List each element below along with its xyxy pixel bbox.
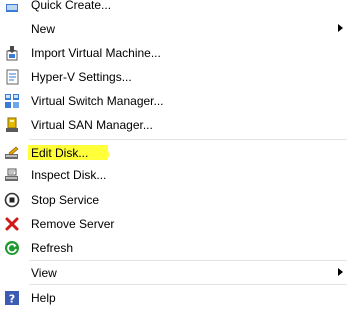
menu-item-label: Hyper-V Settings... (31, 70, 132, 84)
import-vm-icon (4, 45, 20, 61)
submenu-arrow-icon (338, 268, 343, 276)
refresh-icon (4, 240, 20, 256)
stop-service-icon (4, 192, 20, 208)
submenu-arrow-icon (338, 24, 343, 32)
menu-item-new[interactable]: New (0, 18, 353, 40)
menu-item-virtual-san-manager[interactable]: Virtual SAN Manager... (0, 114, 353, 136)
menu-item-label: Remove Server (31, 217, 115, 231)
menu-separator (29, 260, 347, 261)
menu-item-label: New (31, 22, 56, 36)
menu-separator (29, 139, 347, 140)
menu-item-virtual-switch-manager[interactable]: Virtual Switch Manager... (0, 90, 353, 112)
menu-item-label: Refresh (31, 241, 74, 255)
inspect-disk-icon (4, 167, 20, 183)
help-icon: ? (4, 290, 20, 306)
menu-item-import-virtual-machine[interactable]: Import Virtual Machine... (0, 42, 353, 64)
virtual-san-manager-icon (4, 117, 20, 133)
menu-item-label: View (31, 266, 57, 280)
menu-item-refresh[interactable]: Refresh (0, 237, 353, 259)
menu-item-label: Virtual Switch Manager... (31, 94, 164, 108)
menu-item-help[interactable]: ? Help (0, 287, 353, 309)
menu-item-inspect-disk[interactable]: Inspect Disk... (0, 164, 353, 186)
context-menu: Quick Create... New Import Virtual Machi… (0, 0, 353, 312)
menu-item-label: Help (31, 291, 56, 305)
menu-item-edit-disk[interactable]: Edit Disk... (0, 142, 353, 164)
menu-item-label: Stop Service (31, 193, 100, 207)
remove-server-icon (4, 216, 20, 232)
hyperv-settings-icon (4, 69, 20, 85)
svg-text:?: ? (9, 293, 15, 306)
menu-item-label: Edit Disk... (31, 146, 89, 160)
quick-create-icon (4, 0, 20, 13)
menu-item-quick-create[interactable]: Quick Create... (0, 0, 353, 16)
menu-separator (29, 284, 347, 285)
menu-item-label: Quick Create... (31, 0, 112, 12)
menu-item-stop-service[interactable]: Stop Service (0, 189, 353, 211)
menu-item-label: Inspect Disk... (31, 168, 107, 182)
menu-item-hyperv-settings[interactable]: Hyper-V Settings... (0, 66, 353, 88)
menu-item-label: Virtual SAN Manager... (31, 118, 153, 132)
edit-disk-icon (4, 145, 20, 161)
menu-item-remove-server[interactable]: Remove Server (0, 213, 353, 235)
menu-item-view[interactable]: View (0, 262, 353, 284)
virtual-switch-manager-icon (4, 93, 20, 109)
menu-item-label: Import Virtual Machine... (31, 46, 161, 60)
